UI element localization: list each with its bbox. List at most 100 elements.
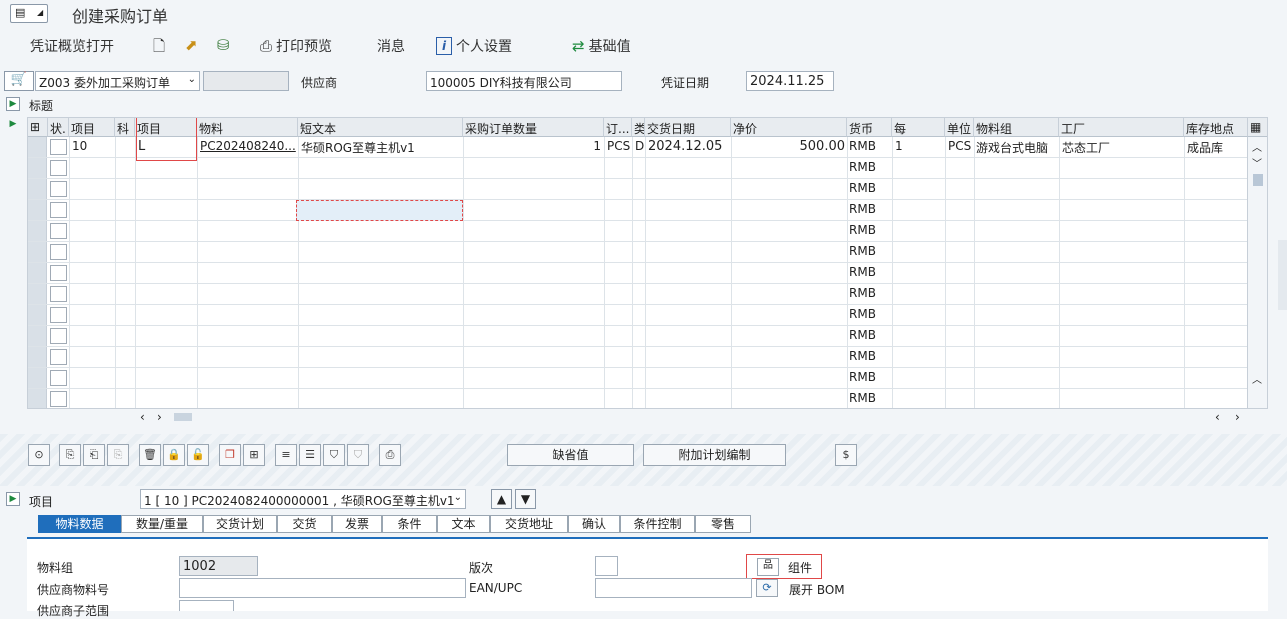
attachment-icon[interactable]: ⎙ xyxy=(379,444,401,466)
cell-per[interactable]: 1 xyxy=(893,137,945,157)
scroll-thumb[interactable] xyxy=(1253,174,1263,186)
table-row[interactable]: RMB xyxy=(28,368,1248,389)
horizontal-scroll-thumb[interactable] xyxy=(174,413,192,421)
select-block-icon[interactable]: ⊞ xyxy=(243,444,265,466)
col-header-short-text[interactable]: 短文本 xyxy=(298,118,463,137)
scroll-left-icon[interactable]: ‹ xyxy=(140,410,145,424)
filter-icon[interactable]: ⛉ xyxy=(323,444,345,466)
tab-invoice[interactable]: 发票 xyxy=(332,515,382,533)
expand-header-icon[interactable]: ▶ xyxy=(6,97,20,111)
row-selector[interactable] xyxy=(28,326,47,346)
scroll-right-icon[interactable]: › xyxy=(157,410,162,424)
col-header-material-group[interactable]: 物料组 xyxy=(974,118,1059,137)
cell-plant[interactable]: 芯态工厂 xyxy=(1060,137,1184,157)
cell-currency[interactable]: RMB xyxy=(847,368,892,388)
sort-ascending-icon[interactable]: ≡ xyxy=(275,444,297,466)
cart-icon[interactable]: 🛒 xyxy=(4,71,34,91)
table-row[interactable]: 10 L PC202408240... 华硕ROG至尊主机v1 1 PCS D … xyxy=(28,137,1248,158)
cell-delivery-date[interactable]: 2024.12.05 xyxy=(646,137,731,157)
previous-item-button[interactable]: ▲ xyxy=(491,489,512,509)
vendor-subrange-field[interactable] xyxy=(179,600,234,611)
cell-currency[interactable]: RMB xyxy=(847,179,892,199)
overview-button[interactable]: 凭证概览打开 xyxy=(30,36,114,56)
scroll-left-right-icon[interactable]: ‹ xyxy=(1215,410,1220,424)
col-header-account[interactable]: 科 xyxy=(115,118,135,137)
table-row[interactable]: RMB xyxy=(28,347,1248,368)
table-row[interactable]: RMB xyxy=(28,284,1248,305)
messages-button[interactable]: 消息 xyxy=(377,36,405,56)
row-status-checkbox[interactable] xyxy=(50,265,67,281)
cell-order-unit[interactable]: PCS xyxy=(605,137,632,157)
select-all-icon[interactable]: ⊞ xyxy=(28,118,48,137)
tab-delivery-address[interactable]: 交货地址 xyxy=(490,515,568,533)
row-status-checkbox[interactable] xyxy=(50,139,67,155)
tab-retail[interactable]: 零售 xyxy=(695,515,751,533)
row-selector[interactable] xyxy=(28,200,47,220)
cell-currency[interactable]: RMB xyxy=(847,221,892,241)
row-status-checkbox[interactable] xyxy=(50,370,67,386)
row-status-checkbox[interactable] xyxy=(50,202,67,218)
col-header-category[interactable]: 类 xyxy=(632,118,645,137)
col-header-order-unit[interactable]: 订... xyxy=(604,118,632,137)
col-header-currency[interactable]: 货币 xyxy=(847,118,892,137)
col-header-plant[interactable]: 工厂 xyxy=(1059,118,1184,137)
default-values-button[interactable]: 缺省值 xyxy=(507,444,634,466)
row-status-checkbox[interactable] xyxy=(50,328,67,344)
pricing-icon[interactable]: $ xyxy=(835,444,857,466)
cell-storage-location[interactable]: 成品库 xyxy=(1185,137,1248,157)
hold-button[interactable]: ⛁ xyxy=(217,36,230,54)
table-row[interactable]: RMB xyxy=(28,200,1248,221)
new-document-button[interactable]: 🗋 xyxy=(153,36,165,61)
row-selector[interactable] xyxy=(28,158,47,178)
cell-short-text[interactable]: 华硕ROG至尊主机v1 xyxy=(299,137,462,157)
table-row[interactable]: RMB xyxy=(28,305,1248,326)
scroll-right-right-icon[interactable]: › xyxy=(1235,410,1240,424)
item-selector[interactable]: 1 [ 10 ] PC2024082400000001 , 华硕ROG至尊主机v… xyxy=(140,489,466,509)
row-selector[interactable] xyxy=(28,242,47,262)
scroll-down-icon[interactable]: ﹀ xyxy=(1252,155,1262,170)
supplier-field[interactable]: 100005 DIY科技有限公司 xyxy=(426,71,622,91)
row-selector[interactable] xyxy=(28,263,47,283)
cell-currency[interactable]: RMB xyxy=(847,389,892,408)
components-button[interactable]: 品 组件 xyxy=(746,554,822,579)
table-vertical-scrollbar[interactable]: ︿ ﹀ ︿ xyxy=(1247,137,1267,408)
row-status-checkbox[interactable] xyxy=(50,349,67,365)
cell-currency[interactable]: RMB xyxy=(847,200,892,220)
paste-item-icon[interactable]: ⎗ xyxy=(83,444,105,466)
col-header-po-quantity[interactable]: 采购订单数量 xyxy=(463,118,604,137)
tab-quantity-weight[interactable]: 数量/重量 xyxy=(121,515,203,533)
tab-material-data[interactable]: 物料数据 xyxy=(38,515,121,533)
table-row[interactable]: RMB xyxy=(28,263,1248,284)
cell-currency[interactable]: RMB xyxy=(847,158,892,178)
row-selector[interactable] xyxy=(28,137,47,157)
row-status-checkbox[interactable] xyxy=(50,244,67,260)
insert-item-icon[interactable]: ⎘ xyxy=(107,444,129,466)
collapse-item-icon[interactable]: ▶ xyxy=(6,492,20,506)
cell-material[interactable]: PC202408240... xyxy=(198,137,297,157)
cell-currency[interactable]: RMB xyxy=(847,137,892,157)
cell-currency[interactable]: RMB xyxy=(847,242,892,262)
cell-currency[interactable]: RMB xyxy=(847,305,892,325)
col-header-item[interactable]: 项目 xyxy=(69,118,115,137)
personal-settings-button[interactable]: i 个人设置 xyxy=(436,36,512,56)
filter-off-icon[interactable]: ⛉ xyxy=(347,444,369,466)
lock-icon[interactable]: 🔒 xyxy=(163,444,185,466)
expand-items-icon[interactable]: ▶ xyxy=(6,118,20,132)
cell-category[interactable]: D xyxy=(633,137,645,157)
tab-conditions[interactable]: 条件 xyxy=(382,515,437,533)
base-value-button[interactable]: ⇄ 基础值 xyxy=(572,36,631,56)
table-row[interactable]: RMB xyxy=(28,242,1248,263)
item-details-icon[interactable]: ⊙ xyxy=(28,444,50,466)
row-selector[interactable] xyxy=(28,389,47,408)
table-row[interactable]: RMB xyxy=(28,221,1248,242)
col-header-net-price[interactable]: 净价 xyxy=(731,118,847,137)
expand-bom-icon[interactable]: ⟳ xyxy=(756,579,778,597)
row-selector[interactable] xyxy=(28,284,47,304)
tab-confirmation[interactable]: 确认 xyxy=(568,515,620,533)
cell-unit[interactable]: PCS xyxy=(946,137,974,157)
table-row[interactable]: RMB xyxy=(28,326,1248,347)
focused-cell[interactable] xyxy=(296,200,463,221)
copy-icon[interactable]: ❐ xyxy=(219,444,241,466)
delete-icon[interactable]: 🗑 xyxy=(139,444,161,466)
cell-po-quantity[interactable]: 1 xyxy=(464,137,603,157)
